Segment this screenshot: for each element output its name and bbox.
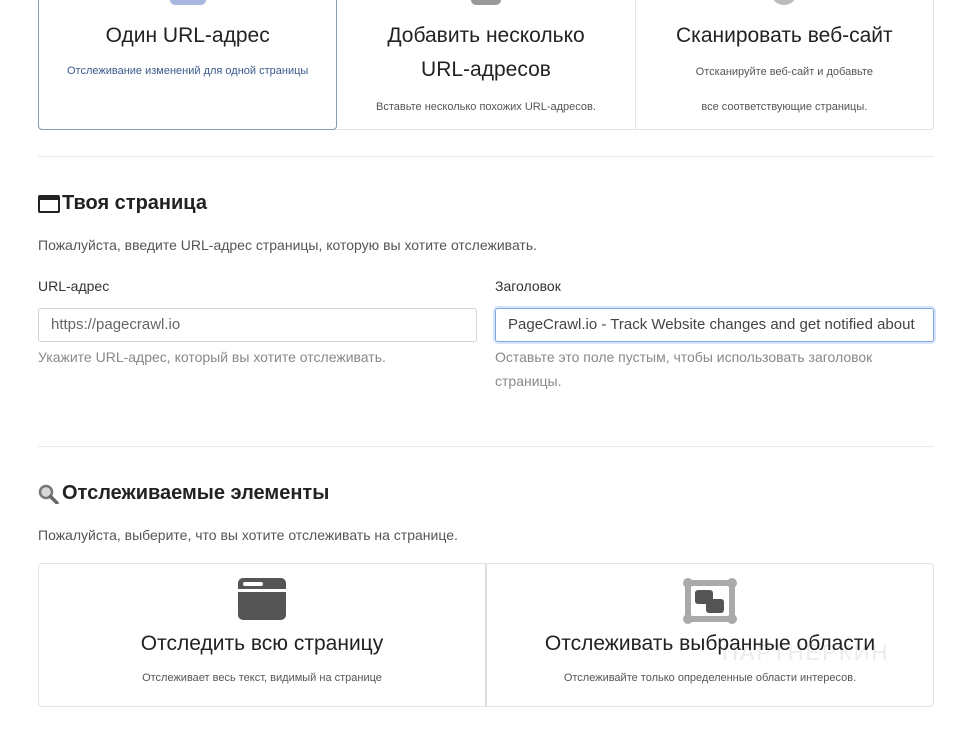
full-page-icon [238,578,286,620]
crawl-icon [771,0,798,5]
mode-crawl[interactable]: Сканировать веб-сайт Отсканируйте веб-са… [636,0,933,129]
tracked-section-intro: Пожалуйста, выберите, что вы хотите отсл… [38,527,458,543]
single-url-icon [169,0,206,5]
track-option-cards: Отследить всю страницу Отслеживает весь … [38,563,934,707]
selected-areas-icon [683,578,737,624]
mode-cards: Один URL-адрес Отслеживание изменений дл… [38,0,934,130]
title-input[interactable]: PageCrawl.io - Track Website changes and… [495,308,934,342]
browser-window-icon [38,194,60,213]
mode-title: Добавить несколько URL-адресов [387,24,585,81]
url-label: URL-адрес [38,278,110,294]
url-input[interactable]: https://pagecrawl.io [38,308,477,342]
mode-desc: Отсканируйте веб-сайт и добавьте все соо… [695,66,873,113]
mode-title: Сканировать веб-сайт [676,24,893,47]
mode-single-url[interactable]: Один URL-адрес Отслеживание изменений дл… [38,0,338,130]
option-selected-areas[interactable]: Отслеживать выбранные области Отслеживай… [487,564,933,706]
option-desc: Отслеживает весь текст, видимый на стран… [142,672,382,684]
divider [38,156,934,157]
section-title-text: Твоя страница [62,192,207,214]
tracked-section-title: Отслеживаемые элементы [38,482,329,505]
page-section-title: Твоя страница [38,192,207,215]
option-title: Отследить всю страницу [140,632,384,655]
divider [38,446,934,447]
mode-desc: Отслеживание изменений для одной страниц… [66,65,309,77]
option-desc: Отслеживайте только определенные области… [563,672,857,684]
mode-title: Один URL-адрес [105,24,270,47]
url-help: Укажите URL-адрес, который вы хотите отс… [38,349,386,365]
option-full-page[interactable]: Отследить всю страницу Отслеживает весь … [39,564,487,706]
watermark: ПАРТНЕРКИН [722,640,890,665]
mode-multiple-urls[interactable]: Добавить несколько URL-адресов Вставьте … [337,0,636,129]
title-help: Оставьте это поле пустым, чтобы использо… [495,349,873,389]
page-section-intro: Пожалуйста, введите URL-адрес страницы, … [38,237,538,253]
section-title-text: Отслеживаемые элементы [62,482,330,504]
multiple-urls-icon [470,0,501,5]
magnifier-icon [38,484,59,504]
title-label: Заголовок [495,278,561,294]
mode-desc: Вставьте несколько похожих URL-адресов. [376,101,596,113]
